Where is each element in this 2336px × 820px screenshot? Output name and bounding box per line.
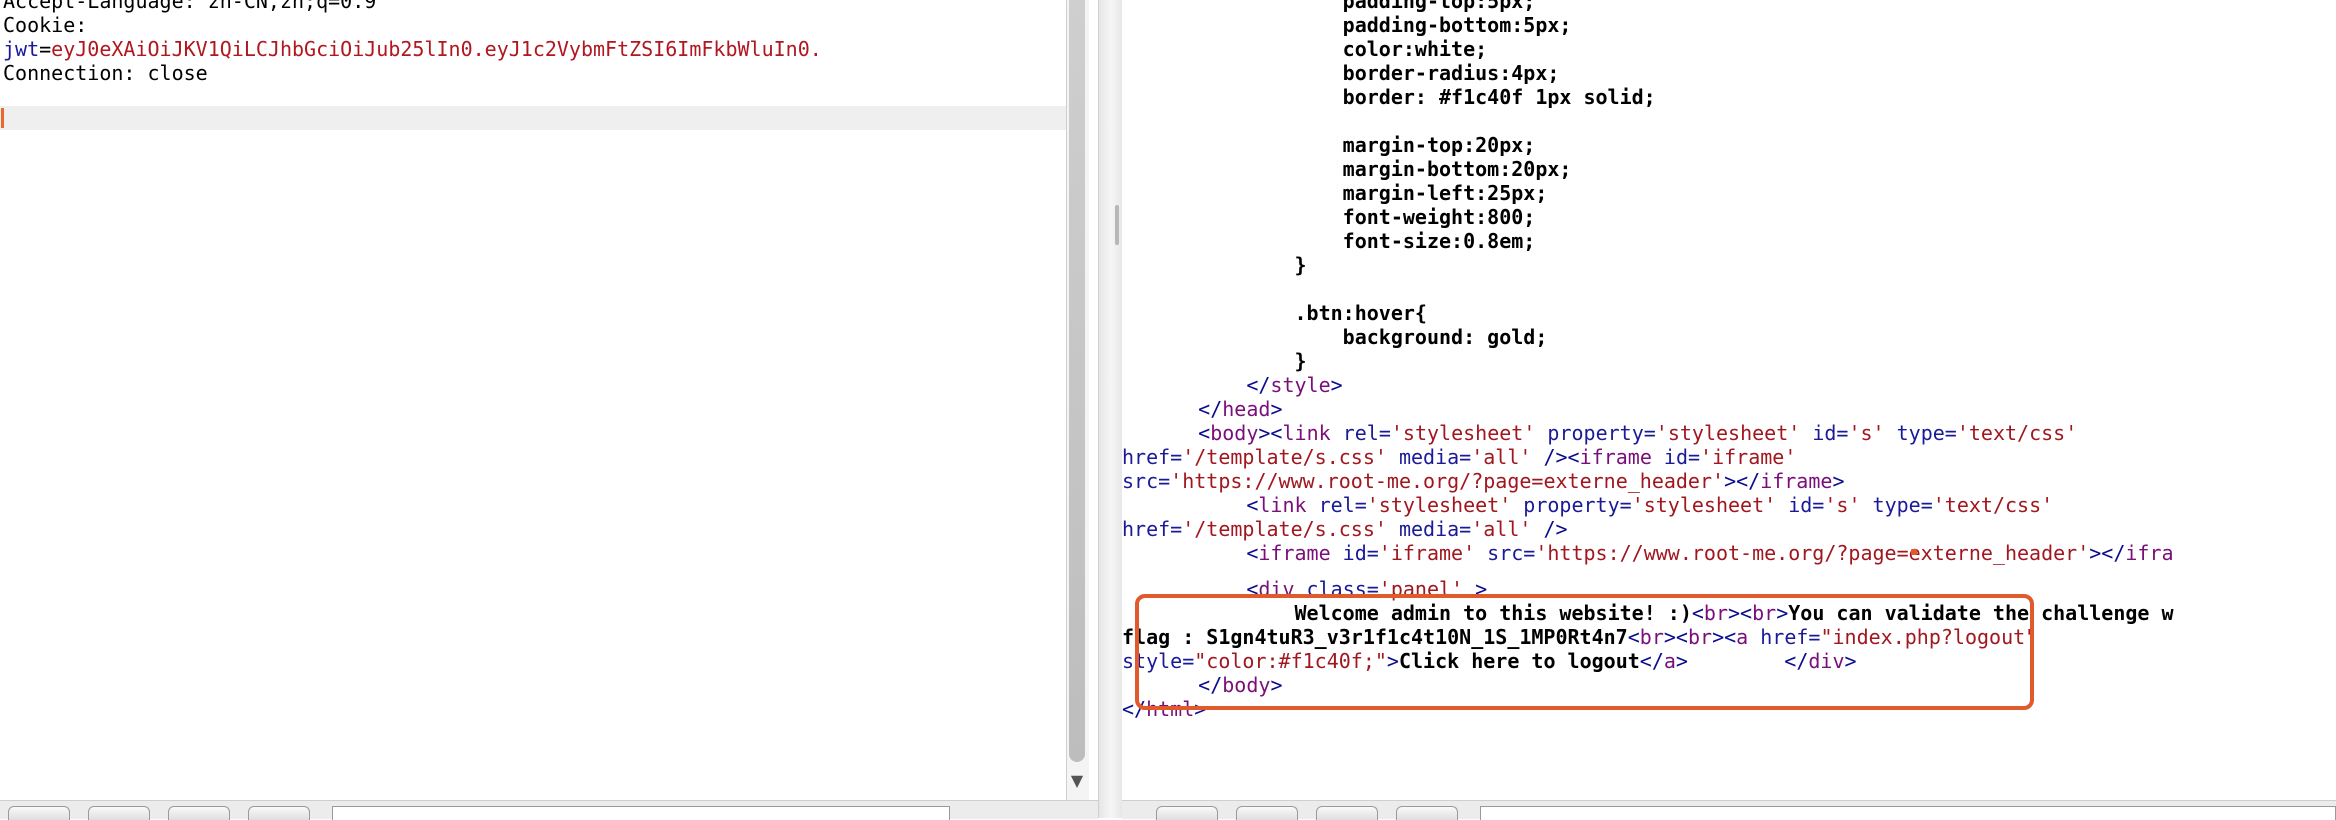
response-line: href='/template/s.css' media='all' />	[1122, 517, 1568, 541]
response-line: </style>	[1246, 373, 1343, 397]
response-line: <link rel='stylesheet' property='stylesh…	[1246, 493, 2054, 517]
request-editor[interactable]: Accept-Language: zh-CN,zh;q=0.9 Cookie: …	[0, 0, 1066, 800]
header-value: close	[135, 61, 208, 85]
header-name: Cookie:	[3, 13, 88, 37]
request-text: Accept-Language: zh-CN,zh;q=0.9 Cookie: …	[3, 0, 822, 85]
response-line: margin-left:25px;	[1342, 181, 1548, 205]
header-name: Accept-Language:	[3, 0, 196, 13]
request-line: Cookie:	[3, 13, 822, 37]
response-line: src='https://www.root-me.org/?page=exter…	[1122, 469, 1845, 493]
request-line: Accept-Language: zh-CN,zh;q=0.9	[3, 0, 822, 13]
response-line: href='/template/s.css' media='all' /><if…	[1122, 445, 1797, 469]
response-line: border: #f1c40f 1px solid;	[1342, 85, 1656, 109]
response-line: }	[1294, 253, 1307, 277]
splitter-grip-icon[interactable]	[1115, 205, 1119, 245]
response-line: .btn:hover{	[1294, 301, 1427, 325]
response-line: </head>	[1198, 397, 1283, 421]
response-line	[1150, 277, 2174, 301]
request-scrollbar-thumb[interactable]	[1069, 0, 1085, 762]
response-line: margin-bottom:20px;	[1342, 157, 1572, 181]
response-line: margin-top:20px;	[1342, 133, 1536, 157]
request-line: Connection: close	[3, 61, 822, 85]
header-value: zh-CN,zh;q=0.9	[195, 0, 377, 13]
response-line: <iframe id='iframe' src='https://www.roo…	[1246, 541, 2174, 565]
text-caret	[1, 108, 4, 128]
flag-highlight-box	[1135, 594, 2034, 710]
scroll-down-arrow-icon[interactable]: ▼	[1066, 768, 1088, 794]
response-line: color:white;	[1342, 37, 1488, 61]
response-line: <body><link rel='stylesheet' property='s…	[1198, 421, 2078, 445]
response-line: }	[1294, 349, 1307, 373]
pane-splitter[interactable]	[1098, 0, 1124, 818]
current-line-highlight	[0, 106, 1066, 130]
mouse-pointer-icon	[1911, 549, 1917, 555]
response-line: padding-bottom:5px;	[1342, 13, 1572, 37]
response-line: font-size:0.8em;	[1342, 229, 1536, 253]
cookie-equals: =	[39, 37, 52, 61]
header-name: Connection:	[3, 61, 136, 85]
request-line: jwt=eyJ0eXAiOiJKV1QiLCJhbGciOiJub25lIn0.…	[3, 37, 822, 61]
cookie-value: eyJ0eXAiOiJKV1QiLCJhbGciOiJub25lIn0.eyJ1…	[51, 37, 822, 61]
response-line: border-radius:4px;	[1342, 61, 1560, 85]
response-line: font-weight:800;	[1342, 205, 1536, 229]
response-line: background: gold;	[1342, 325, 1548, 349]
cookie-name: jwt	[3, 37, 40, 61]
response-line	[1150, 109, 2174, 133]
response-line: padding-top:5px;	[1342, 0, 1536, 13]
